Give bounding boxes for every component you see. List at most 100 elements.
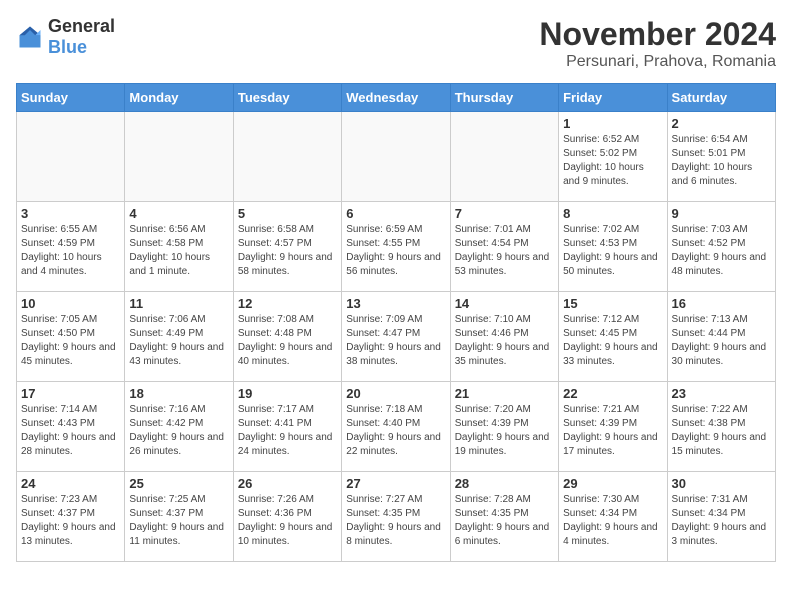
day-number: 5 (238, 206, 337, 221)
calendar-cell: 15Sunrise: 7:12 AM Sunset: 4:45 PM Dayli… (559, 292, 667, 382)
day-info: Sunrise: 7:14 AM Sunset: 4:43 PM Dayligh… (21, 403, 120, 459)
day-info: Sunrise: 7:16 AM Sunset: 4:42 PM Dayligh… (129, 403, 228, 459)
day-header-monday: Monday (125, 84, 233, 112)
day-info: Sunrise: 7:08 AM Sunset: 4:48 PM Dayligh… (238, 313, 337, 369)
day-info: Sunrise: 6:59 AM Sunset: 4:55 PM Dayligh… (346, 223, 445, 279)
day-info: Sunrise: 6:52 AM Sunset: 5:02 PM Dayligh… (563, 133, 662, 189)
logo-general: General (48, 16, 115, 36)
calendar-cell: 13 Sunrise: 7:09 AM Sunset: 4:47 PM Dayli… (342, 292, 450, 382)
day-number: 13 (346, 296, 445, 311)
day-header-tuesday: Tuesday (233, 84, 341, 112)
day-header-thursday: Thursday (450, 84, 558, 112)
day-number: 4 (129, 206, 228, 221)
week-row-3: 10Sunrise: 7:05 AM Sunset: 4:50 PM Dayli… (17, 292, 776, 382)
logo-icon (16, 23, 44, 51)
day-info: Sunrise: 7:23 AM Sunset: 4:37 PM Dayligh… (21, 493, 120, 549)
day-number: 21 (455, 386, 554, 401)
calendar-cell: 12 Sunrise: 7:08 AM Sunset: 4:48 PM Dayli… (233, 292, 341, 382)
calendar-cell (450, 112, 558, 202)
day-number: 28 (455, 476, 554, 491)
calendar-cell: 6 Sunrise: 6:59 AM Sunset: 4:55 PM Daylig… (342, 202, 450, 292)
day-number: 20 (346, 386, 445, 401)
day-header-wednesday: Wednesday (342, 84, 450, 112)
day-info: Sunrise: 7:22 AM Sunset: 4:38 PM Dayligh… (672, 403, 771, 459)
calendar-cell: 22 Sunrise: 7:21 AM Sunset: 4:39 PM Dayli… (559, 382, 667, 472)
calendar-cell: 7 Sunrise: 7:01 AM Sunset: 4:54 PM Daylig… (450, 202, 558, 292)
day-info: Sunrise: 6:54 AM Sunset: 5:01 PM Dayligh… (672, 133, 771, 189)
calendar-cell: 19 Sunrise: 7:17 AM Sunset: 4:41 PM Dayli… (233, 382, 341, 472)
day-info: Sunrise: 7:31 AM Sunset: 4:34 PM Dayligh… (672, 493, 771, 549)
day-info: Sunrise: 7:09 AM Sunset: 4:47 PM Dayligh… (346, 313, 445, 369)
calendar-cell: 26 Sunrise: 7:26 AM Sunset: 4:36 PM Dayli… (233, 472, 341, 562)
calendar-cell (17, 112, 125, 202)
calendar-cell: 2 Sunrise: 6:54 AM Sunset: 5:01 PM Daylig… (667, 112, 775, 202)
day-info: Sunrise: 7:17 AM Sunset: 4:41 PM Dayligh… (238, 403, 337, 459)
calendar-cell (342, 112, 450, 202)
calendar-cell (125, 112, 233, 202)
day-header-saturday: Saturday (667, 84, 775, 112)
calendar-cell: 21 Sunrise: 7:20 AM Sunset: 4:39 PM Dayli… (450, 382, 558, 472)
day-info: Sunrise: 7:13 AM Sunset: 4:44 PM Dayligh… (672, 313, 771, 369)
calendar-cell: 25 Sunrise: 7:25 AM Sunset: 4:37 PM Dayli… (125, 472, 233, 562)
day-info: Sunrise: 7:03 AM Sunset: 4:52 PM Dayligh… (672, 223, 771, 279)
logo-blue: Blue (48, 37, 87, 57)
day-info: Sunrise: 7:26 AM Sunset: 4:36 PM Dayligh… (238, 493, 337, 549)
day-number: 7 (455, 206, 554, 221)
title-area: November 2024 Persunari, Prahova, Romani… (539, 16, 776, 71)
calendar-cell: 20 Sunrise: 7:18 AM Sunset: 4:40 PM Dayli… (342, 382, 450, 472)
calendar-cell (233, 112, 341, 202)
day-info: Sunrise: 7:28 AM Sunset: 4:35 PM Dayligh… (455, 493, 554, 549)
calendar-cell: 8Sunrise: 7:02 AM Sunset: 4:53 PM Daylig… (559, 202, 667, 292)
day-number: 25 (129, 476, 228, 491)
day-number: 19 (238, 386, 337, 401)
day-info: Sunrise: 7:01 AM Sunset: 4:54 PM Dayligh… (455, 223, 554, 279)
calendar-cell: 11Sunrise: 7:06 AM Sunset: 4:49 PM Dayli… (125, 292, 233, 382)
day-number: 29 (563, 476, 662, 491)
day-info: Sunrise: 6:56 AM Sunset: 4:58 PM Dayligh… (129, 223, 228, 279)
day-number: 23 (672, 386, 771, 401)
header: General Blue November 2024 Persunari, Pr… (16, 16, 776, 71)
day-number: 15 (563, 296, 662, 311)
calendar-cell: 18 Sunrise: 7:16 AM Sunset: 4:42 PM Dayli… (125, 382, 233, 472)
day-number: 26 (238, 476, 337, 491)
calendar-cell: 24 Sunrise: 7:23 AM Sunset: 4:37 PM Dayli… (17, 472, 125, 562)
week-row-1: 1 Sunrise: 6:52 AM Sunset: 5:02 PM Daylig… (17, 112, 776, 202)
day-info: Sunrise: 7:20 AM Sunset: 4:39 PM Dayligh… (455, 403, 554, 459)
day-number: 3 (21, 206, 120, 221)
day-info: Sunrise: 7:25 AM Sunset: 4:37 PM Dayligh… (129, 493, 228, 549)
day-info: Sunrise: 7:10 AM Sunset: 4:46 PM Dayligh… (455, 313, 554, 369)
calendar-cell: 4 Sunrise: 6:56 AM Sunset: 4:58 PM Daylig… (125, 202, 233, 292)
calendar-cell: 9Sunrise: 7:03 AM Sunset: 4:52 PM Daylig… (667, 202, 775, 292)
day-number: 14 (455, 296, 554, 311)
calendar-cell: 23 Sunrise: 7:22 AM Sunset: 4:38 PM Dayli… (667, 382, 775, 472)
day-number: 16 (672, 296, 771, 311)
day-number: 27 (346, 476, 445, 491)
day-info: Sunrise: 7:21 AM Sunset: 4:39 PM Dayligh… (563, 403, 662, 459)
day-header-sunday: Sunday (17, 84, 125, 112)
logo: General Blue (16, 16, 115, 58)
month-title: November 2024 (539, 16, 776, 53)
day-number: 24 (21, 476, 120, 491)
calendar-cell: 3Sunrise: 6:55 AM Sunset: 4:59 PM Daylig… (17, 202, 125, 292)
day-number: 1 (563, 116, 662, 131)
calendar-table: SundayMondayTuesdayWednesdayThursdayFrid… (16, 83, 776, 562)
day-number: 2 (672, 116, 771, 131)
location-subtitle: Persunari, Prahova, Romania (539, 53, 776, 71)
calendar-cell: 16 Sunrise: 7:13 AM Sunset: 4:44 PM Dayli… (667, 292, 775, 382)
day-number: 12 (238, 296, 337, 311)
day-number: 11 (129, 296, 228, 311)
calendar-cell: 17 Sunrise: 7:14 AM Sunset: 4:43 PM Dayli… (17, 382, 125, 472)
day-number: 30 (672, 476, 771, 491)
days-header-row: SundayMondayTuesdayWednesdayThursdayFrid… (17, 84, 776, 112)
calendar-cell: 28 Sunrise: 7:28 AM Sunset: 4:35 PM Dayli… (450, 472, 558, 562)
day-number: 18 (129, 386, 228, 401)
day-number: 10 (21, 296, 120, 311)
calendar-cell: 1 Sunrise: 6:52 AM Sunset: 5:02 PM Daylig… (559, 112, 667, 202)
day-header-friday: Friday (559, 84, 667, 112)
day-number: 22 (563, 386, 662, 401)
day-info: Sunrise: 7:18 AM Sunset: 4:40 PM Dayligh… (346, 403, 445, 459)
day-number: 6 (346, 206, 445, 221)
calendar-cell: 29Sunrise: 7:30 AM Sunset: 4:34 PM Dayli… (559, 472, 667, 562)
day-number: 17 (21, 386, 120, 401)
calendar-cell: 27Sunrise: 7:27 AM Sunset: 4:35 PM Dayli… (342, 472, 450, 562)
